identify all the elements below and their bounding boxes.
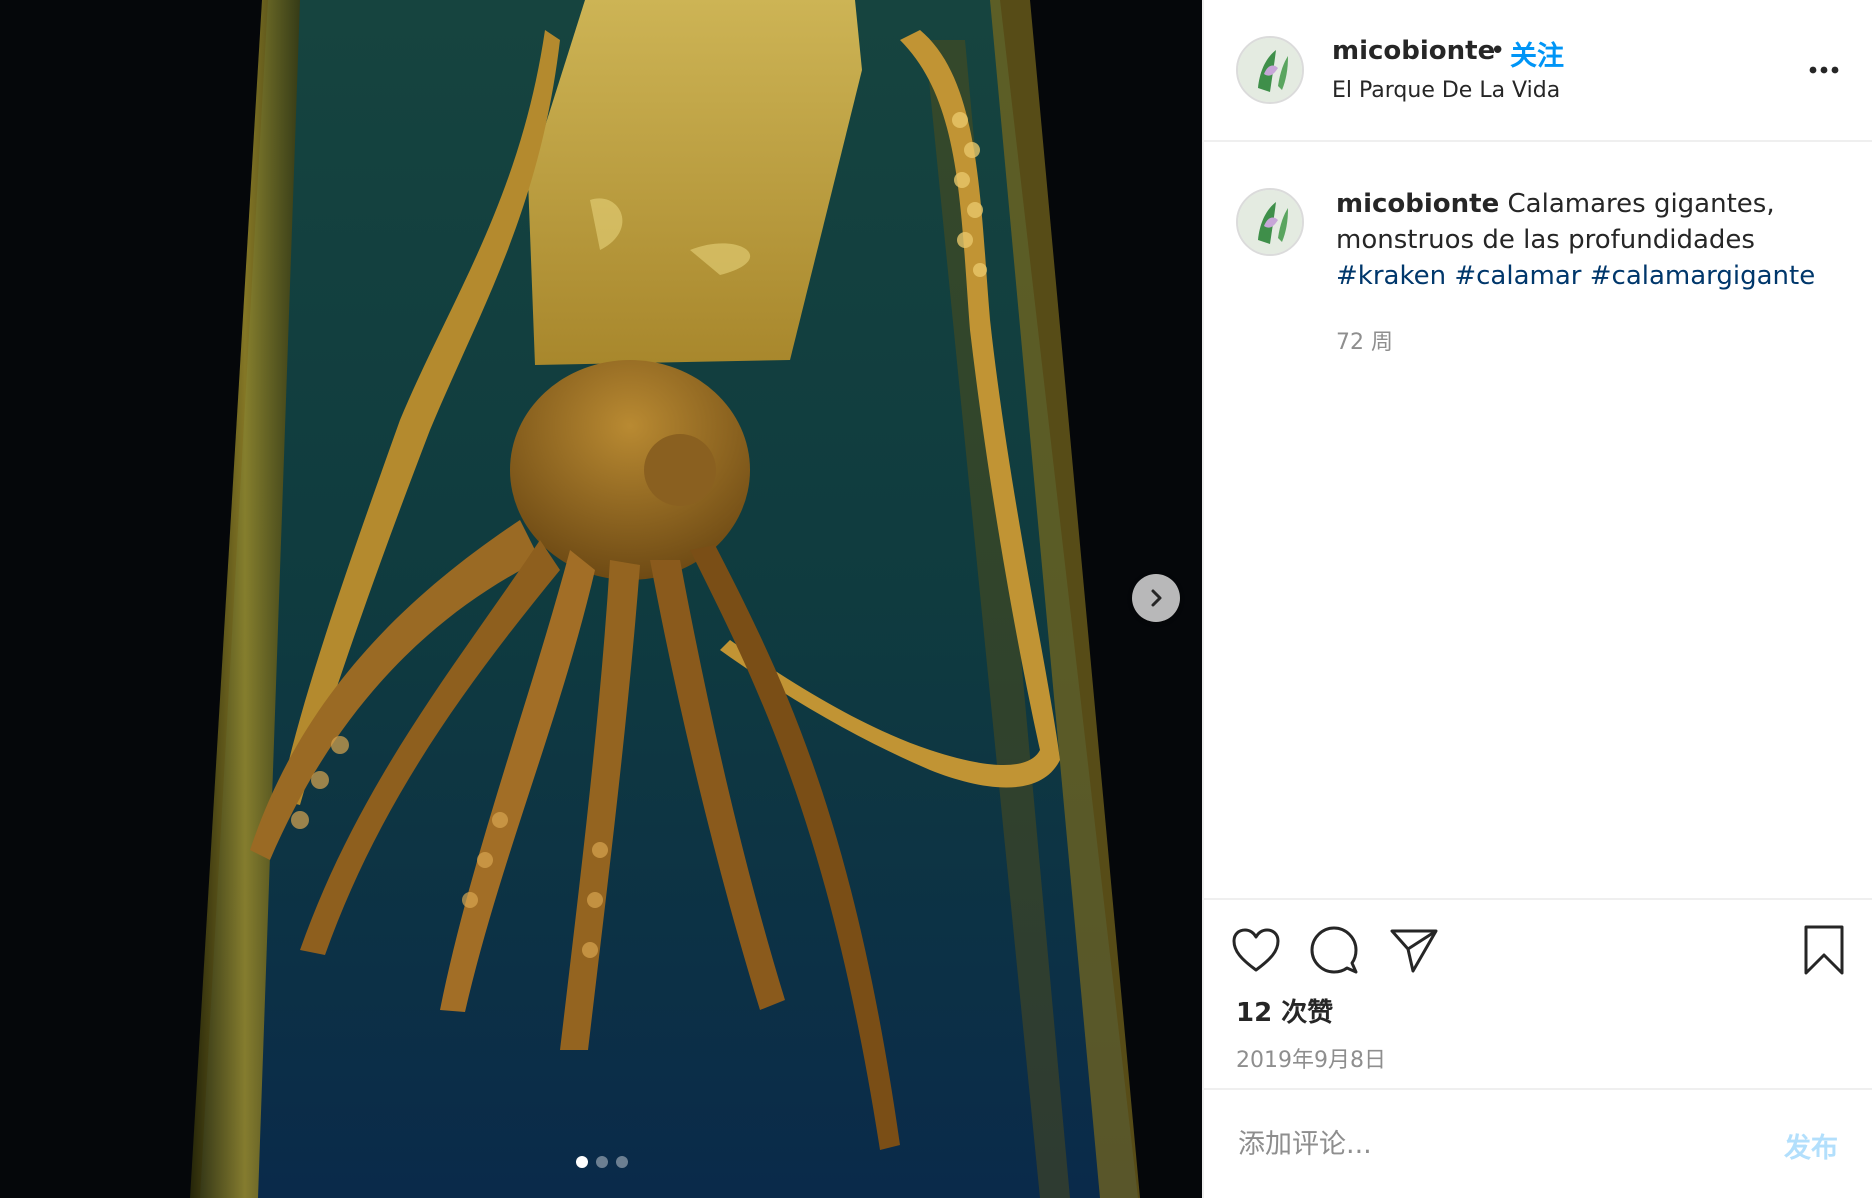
hashtag-link[interactable]: #calamar [1454,261,1581,291]
follow-button[interactable]: 关注 [1510,34,1564,73]
avatar-image [1238,190,1302,254]
hashtag-link[interactable]: #calamargigante [1590,261,1816,291]
header-separator: • [1490,36,1506,66]
more-options-button[interactable] [1804,52,1844,88]
carousel-dot-2 [596,1156,608,1168]
post-dialog: micobionte • 关注 El Parque De La Vida mic… [0,0,1874,1198]
caption-avatar[interactable] [1236,188,1304,256]
bookmark-icon [1804,925,1844,975]
squid-specimen-photo [0,0,1202,1198]
carousel-dot-3 [616,1156,628,1168]
comment-form: 发布 [1204,1088,1872,1200]
likes-count[interactable]: 12 次赞 [1236,992,1333,1029]
next-image-button[interactable] [1132,574,1180,622]
location-link[interactable]: El Parque De La Vida [1332,78,1560,103]
more-horizontal-icon [1809,66,1839,74]
comment-icon [1310,926,1358,974]
comment-button[interactable] [1308,924,1360,976]
post-date[interactable]: 2019年9月8日 [1236,1042,1386,1074]
caption-text-block: micobionte Calamares gigantes, monstruos… [1336,186,1836,294]
chevron-right-icon [1151,589,1162,607]
post-header: micobionte • 关注 El Parque De La Vida [1204,0,1872,142]
post-comment-button[interactable]: 发布 [1784,1126,1838,1165]
like-button[interactable] [1230,924,1282,976]
caption-age[interactable]: 72 周 [1336,324,1393,356]
share-button[interactable] [1388,924,1440,976]
paper-plane-icon [1390,929,1438,973]
post-media[interactable] [0,0,1202,1198]
save-button[interactable] [1798,924,1850,976]
comment-input[interactable] [1236,1120,1740,1168]
avatar-image [1238,38,1302,102]
post-sidebar: micobionte • 关注 El Parque De La Vida mic… [1202,0,1874,1198]
action-bar: 12 次赞 2019年9月8日 [1204,898,1872,1090]
avatar[interactable] [1236,36,1304,104]
carousel-dot-1 [576,1156,588,1168]
carousel-indicator [576,1156,628,1168]
header-username[interactable]: micobionte [1332,36,1495,66]
heart-icon [1232,928,1280,972]
caption-section: micobionte Calamares gigantes, monstruos… [1204,142,1872,898]
hashtag-link[interactable]: #kraken [1336,261,1446,291]
caption-username[interactable]: micobionte [1336,189,1499,219]
